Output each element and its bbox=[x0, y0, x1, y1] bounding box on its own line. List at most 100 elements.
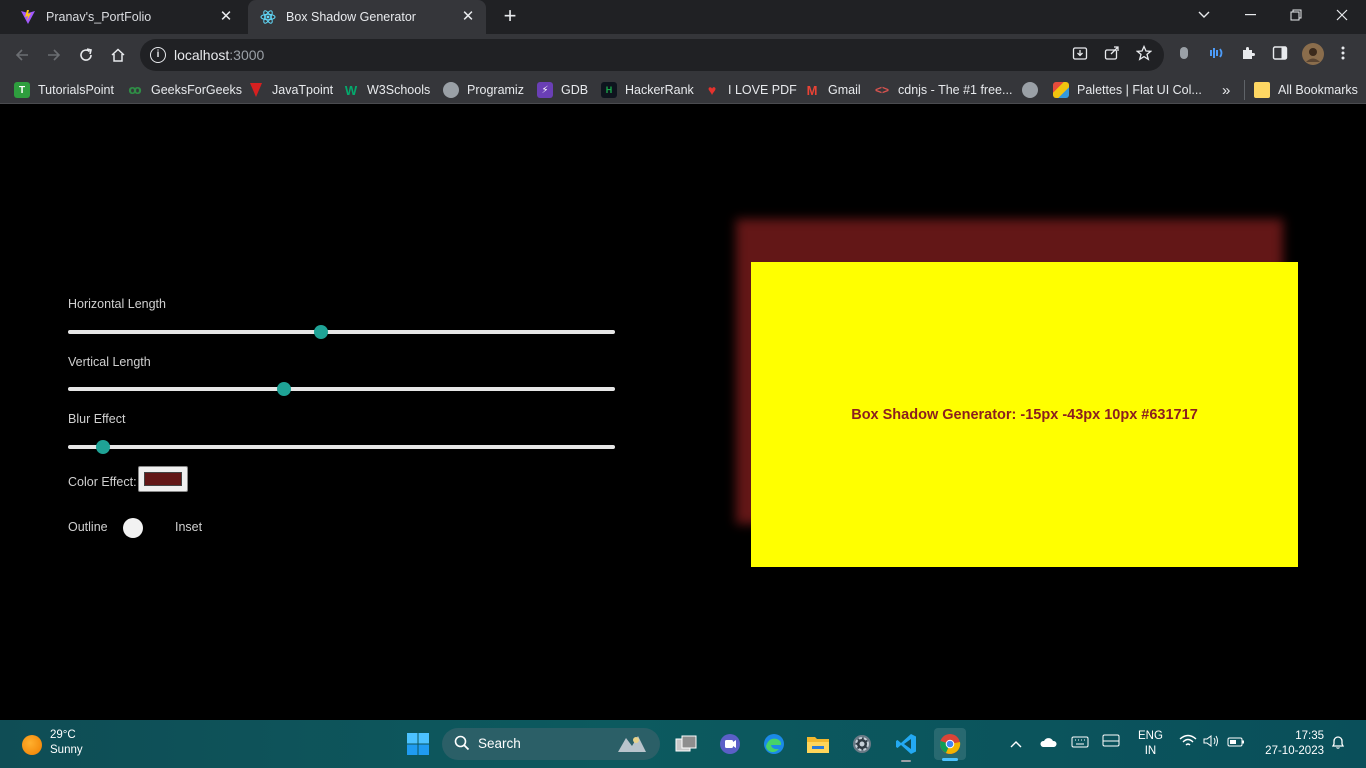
url-text[interactable]: localhost:3000 bbox=[174, 47, 264, 63]
bookmark-w3schools[interactable]: W W3Schools bbox=[343, 80, 430, 100]
onedrive-cloud-icon[interactable] bbox=[1038, 734, 1058, 754]
bookmark-cdnjs[interactable]: <> cdnjs - The #1 free... bbox=[874, 80, 1012, 100]
bookmark-geeksforgeeks[interactable]: ꝏ GeeksForGeeks bbox=[127, 80, 242, 100]
inset-label: Inset bbox=[175, 520, 203, 534]
close-icon[interactable]: ✕ bbox=[218, 9, 234, 25]
bookmarks-overflow-button[interactable]: » bbox=[1222, 80, 1230, 100]
search-highlight-icon bbox=[614, 732, 650, 756]
bookmark-globe[interactable] bbox=[1022, 80, 1046, 100]
back-button[interactable] bbox=[9, 42, 35, 68]
bookmark-gmail[interactable]: M Gmail bbox=[804, 80, 861, 100]
app-page: Horizontal Length Vertical Length Blur E… bbox=[0, 105, 1366, 720]
tab-box-shadow-generator[interactable]: Box Shadow Generator ✕ bbox=[248, 0, 486, 34]
chevron-up-icon[interactable] bbox=[1006, 734, 1026, 754]
settings-gear-icon[interactable] bbox=[848, 730, 876, 758]
url-port: :3000 bbox=[229, 47, 265, 63]
install-app-icon[interactable] bbox=[1070, 45, 1090, 65]
close-window-button[interactable] bbox=[1319, 0, 1365, 30]
wifi-icon[interactable] bbox=[1178, 734, 1198, 754]
browser-toolbar: i localhost:3000 bbox=[0, 34, 1366, 76]
tab-search-icon[interactable] bbox=[1181, 0, 1227, 30]
shadow-preview-text: Box Shadow Generator: -15px -43px 10px #… bbox=[851, 406, 1198, 423]
bookmark-programiz[interactable]: Programiz bbox=[443, 80, 524, 100]
side-panel-icon[interactable] bbox=[1270, 45, 1290, 65]
clock-time: 17:35 bbox=[1295, 730, 1324, 742]
globe-icon bbox=[443, 82, 459, 98]
bookmark-label: cdnjs - The #1 free... bbox=[898, 83, 1013, 97]
new-tab-button[interactable]: + bbox=[498, 5, 522, 29]
bookmark-label: JavaTpoint bbox=[272, 83, 334, 97]
javatpoint-icon bbox=[248, 82, 264, 98]
bookmark-hackerrank[interactable]: H HackerRank bbox=[601, 80, 694, 100]
vite-icon bbox=[20, 9, 36, 25]
slider-thumb[interactable] bbox=[95, 440, 110, 454]
bookmark-label: Palettes | Flat UI Col... bbox=[1077, 83, 1202, 97]
address-bar[interactable]: i localhost:3000 bbox=[140, 39, 1164, 71]
weather-condition[interactable]: Sunny bbox=[50, 744, 83, 756]
blur-effect-slider[interactable] bbox=[68, 440, 615, 454]
language-code: ENG bbox=[1138, 730, 1163, 742]
vertical-length-label: Vertical Length bbox=[68, 355, 151, 369]
site-info-icon[interactable]: i bbox=[150, 47, 166, 63]
slider-thumb[interactable] bbox=[313, 325, 328, 339]
chrome-menu-icon[interactable] bbox=[1333, 45, 1353, 65]
extension-mouse-icon[interactable] bbox=[1174, 45, 1194, 65]
forward-button[interactable] bbox=[41, 42, 67, 68]
bookmark-label: All Bookmarks bbox=[1278, 83, 1358, 97]
task-view-icon[interactable] bbox=[672, 730, 700, 758]
globe-icon bbox=[1022, 82, 1038, 98]
heart-icon: ♥ bbox=[707, 82, 717, 98]
bookmark-label: HackerRank bbox=[625, 83, 694, 97]
slider-thumb[interactable] bbox=[277, 382, 292, 396]
outline-inset-toggle[interactable] bbox=[123, 518, 143, 538]
close-icon[interactable]: ✕ bbox=[460, 9, 476, 25]
bookmark-star-icon[interactable] bbox=[1134, 44, 1154, 65]
keyboard-icon[interactable] bbox=[1070, 734, 1090, 754]
extension-audio-icon[interactable] bbox=[1206, 45, 1226, 65]
share-icon[interactable] bbox=[1102, 45, 1122, 65]
taskbar-search[interactable]: Search bbox=[442, 728, 660, 760]
vscode-icon[interactable] bbox=[892, 730, 920, 762]
home-button[interactable] bbox=[105, 42, 131, 68]
chrome-icon[interactable] bbox=[934, 728, 966, 761]
restore-button[interactable] bbox=[1273, 0, 1319, 30]
teams-chat-icon[interactable] bbox=[716, 730, 744, 758]
bookmark-ilovepdf[interactable]: ♥ I LOVE PDF bbox=[704, 80, 797, 100]
tab-portfolio[interactable]: Pranav's_PortFolio ✕ bbox=[8, 0, 244, 34]
all-bookmarks-button[interactable]: All Bookmarks bbox=[1244, 80, 1358, 100]
shadow-preview-box: Box Shadow Generator: -15px -43px 10px #… bbox=[751, 262, 1298, 567]
bookmarks-bar: T TutorialsPoint ꝏ GeeksForGeeks JavaTpoin… bbox=[0, 76, 1366, 104]
profile-avatar[interactable] bbox=[1301, 43, 1325, 67]
display-icon[interactable] bbox=[1101, 734, 1121, 754]
shadow-preview-container: Box Shadow Generator: -15px -43px 10px #… bbox=[751, 262, 1298, 567]
color-picker[interactable] bbox=[138, 466, 188, 492]
horizontal-length-slider[interactable] bbox=[68, 325, 615, 339]
bookmark-gdb[interactable]: ⚡ GDB bbox=[537, 80, 588, 100]
bookmark-label: GeeksForGeeks bbox=[151, 83, 243, 97]
vertical-length-slider[interactable] bbox=[68, 382, 615, 396]
extensions-puzzle-icon[interactable] bbox=[1238, 45, 1258, 65]
edge-icon[interactable] bbox=[760, 730, 788, 758]
bookmark-javatpoint[interactable]: JavaTpoint bbox=[248, 80, 333, 100]
gmail-icon: M bbox=[806, 82, 818, 98]
windows-start-icon[interactable] bbox=[404, 730, 432, 758]
volume-icon[interactable] bbox=[1201, 734, 1221, 754]
sun-icon[interactable] bbox=[22, 735, 42, 755]
blur-effect-label: Blur Effect bbox=[68, 412, 126, 426]
horizontal-length-label: Horizontal Length bbox=[68, 297, 166, 311]
battery-icon[interactable] bbox=[1226, 734, 1246, 754]
file-explorer-icon[interactable] bbox=[804, 730, 832, 758]
minimize-button[interactable] bbox=[1227, 0, 1273, 30]
weather-temperature[interactable]: 29°C bbox=[50, 729, 76, 741]
bookmark-flatuicolors[interactable]: Palettes | Flat UI Col... bbox=[1053, 80, 1202, 100]
bookmark-label: GDB bbox=[561, 83, 589, 97]
bookmark-tutorialspoint[interactable]: T TutorialsPoint bbox=[14, 80, 114, 100]
notification-bell-icon[interactable] bbox=[1328, 734, 1348, 754]
color-effect-label: Color Effect: bbox=[68, 475, 137, 489]
system-clock[interactable]: 17:35 27-10-2023 bbox=[1258, 729, 1324, 759]
reload-button[interactable] bbox=[73, 42, 99, 68]
gdb-icon: ⚡ bbox=[537, 82, 553, 98]
outline-label: Outline bbox=[68, 520, 108, 534]
bookmark-label: I LOVE PDF bbox=[728, 83, 797, 97]
language-indicator[interactable]: ENG IN bbox=[1138, 729, 1163, 759]
